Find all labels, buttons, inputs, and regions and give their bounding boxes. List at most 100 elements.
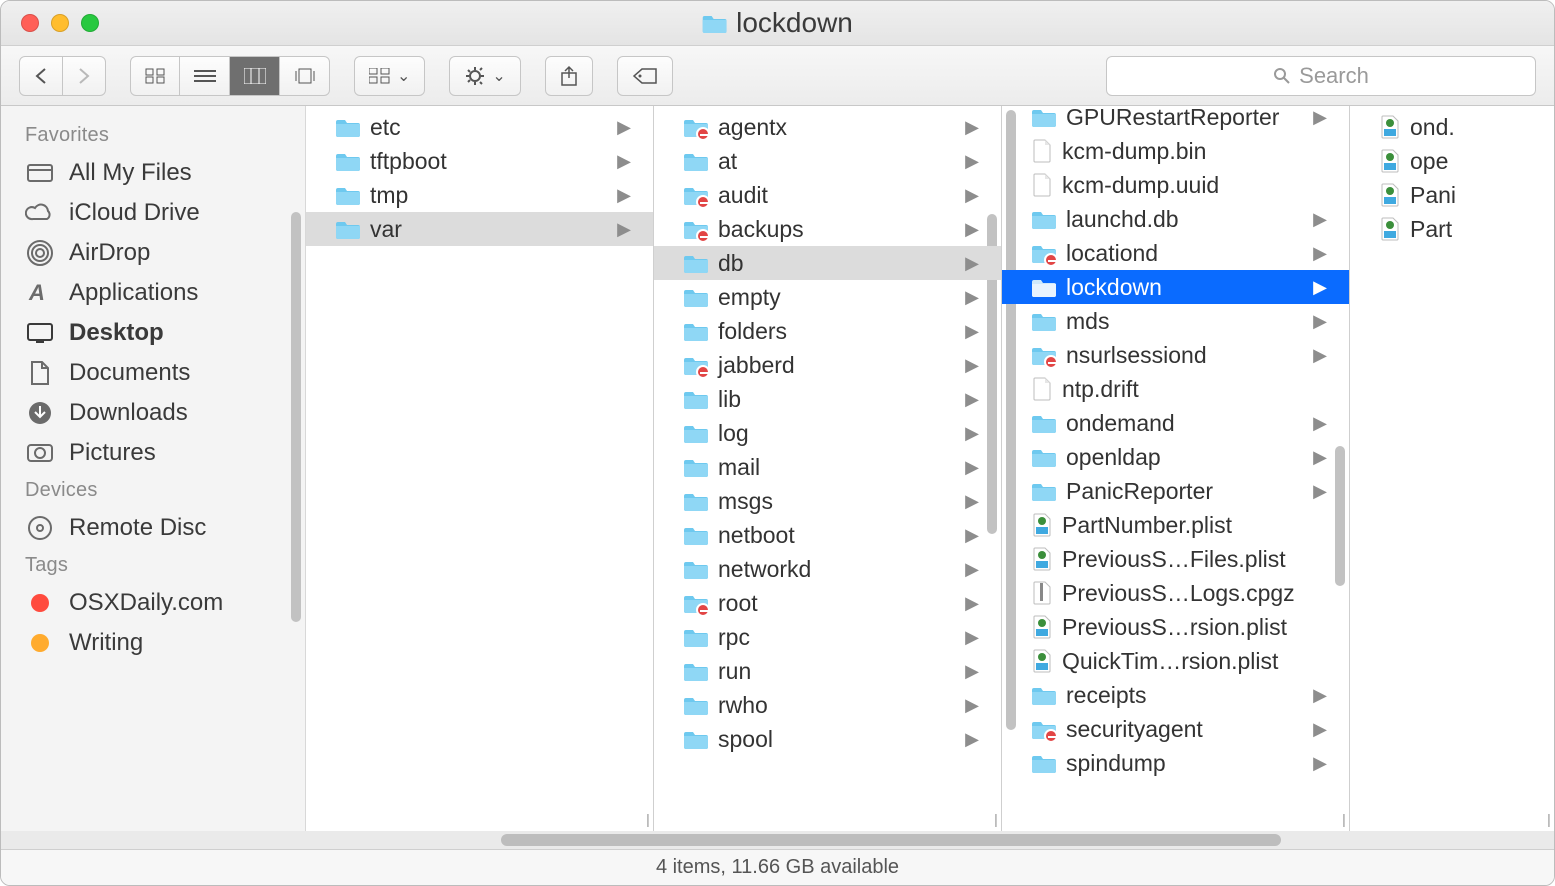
row-label: ope <box>1410 148 1448 175</box>
row-quicktim-rsion-plist[interactable]: QuickTim…rsion.plist <box>1002 644 1349 678</box>
row-openldap[interactable]: openldap▶ <box>1002 440 1349 474</box>
row-previouss-logs-cpgz[interactable]: PreviousS…Logs.cpgz <box>1002 576 1349 610</box>
horizontal-scrollbar[interactable] <box>1 831 1554 849</box>
view-coverflow-button[interactable] <box>280 56 330 96</box>
row-netboot[interactable]: netboot▶ <box>654 518 1001 552</box>
view-column-button[interactable] <box>230 56 280 96</box>
row-tftpboot[interactable]: tftpboot▶ <box>306 144 653 178</box>
row-launchd-db[interactable]: launchd.db▶ <box>1002 202 1349 236</box>
row-locationd[interactable]: locationd▶ <box>1002 236 1349 270</box>
row-gpurestartreporter[interactable]: GPURestartReporter▶ <box>1002 106 1349 134</box>
row-folders[interactable]: folders▶ <box>654 314 1001 348</box>
share-button[interactable] <box>545 56 593 96</box>
row-part[interactable]: Part <box>1350 212 1554 246</box>
titlebar[interactable]: lockdown <box>1 1 1554 46</box>
row-ope[interactable]: ope <box>1350 144 1554 178</box>
row-backups[interactable]: backups▶ <box>654 212 1001 246</box>
column-2[interactable]: GPURestartReporter▶kcm-dump.binkcm-dump.… <box>1002 106 1350 831</box>
chevron-right-icon: ▶ <box>965 627 979 648</box>
row-kcm-dump-uuid[interactable]: kcm-dump.uuid <box>1002 168 1349 202</box>
body: FavoritesAll My FilesiCloud DriveAirDrop… <box>1 106 1554 831</box>
folder-icon <box>684 627 708 647</box>
view-list-button[interactable] <box>180 56 230 96</box>
sidebar-item-remote-disc[interactable]: Remote Disc <box>1 508 305 548</box>
row-nsurlsessiond[interactable]: nsurlsessiond▶ <box>1002 338 1349 372</box>
column-3[interactable]: ond. ope PaniPart || <box>1350 106 1554 831</box>
folder-icon <box>1032 753 1056 773</box>
row-label: nsurlsessiond <box>1066 342 1207 369</box>
sidebar-item-downloads[interactable]: Downloads <box>1 393 305 433</box>
row-mds[interactable]: mds▶ <box>1002 304 1349 338</box>
column-1[interactable]: agentx▶at▶audit▶backups▶db▶empty▶folders… <box>654 106 1002 831</box>
sidebar-section-label: Tags <box>1 548 305 583</box>
row-msgs[interactable]: msgs▶ <box>654 484 1001 518</box>
sidebar-item-applications[interactable]: AApplications <box>1 273 305 313</box>
row-var[interactable]: var▶ <box>306 212 653 246</box>
sidebar-item-osxdaily-com[interactable]: OSXDaily.com <box>1 583 305 623</box>
row-db[interactable]: db▶ <box>654 246 1001 280</box>
folder-icon <box>684 287 708 307</box>
row-jabberd[interactable]: jabberd▶ <box>654 348 1001 382</box>
row-tmp[interactable]: tmp▶ <box>306 178 653 212</box>
plist-icon <box>1380 183 1400 207</box>
row-root[interactable]: root▶ <box>654 586 1001 620</box>
finder-window: lockdown ⌄ ⌄ Search FavoritesAll My File… <box>0 0 1555 886</box>
arrange-dropdown[interactable]: ⌄ <box>354 56 425 96</box>
desktop-icon <box>25 321 55 345</box>
row-spindump[interactable]: spindump▶ <box>1002 746 1349 780</box>
row-label: securityagent <box>1066 716 1203 743</box>
back-button[interactable] <box>19 56 63 96</box>
sidebar-item-all-my-files[interactable]: All My Files <box>1 153 305 193</box>
row-previouss-rsion-plist[interactable]: PreviousS…rsion.plist <box>1002 610 1349 644</box>
no-access-badge-icon <box>1044 729 1058 743</box>
row-rwho[interactable]: rwho▶ <box>654 688 1001 722</box>
chevron-right-icon: ▶ <box>965 321 979 342</box>
sidebar-item-documents[interactable]: Documents <box>1 353 305 393</box>
row-kcm-dump-bin[interactable]: kcm-dump.bin <box>1002 134 1349 168</box>
search-field[interactable]: Search <box>1106 56 1536 96</box>
column-0[interactable]: etc▶tftpboot▶tmp▶var▶ || <box>306 106 654 831</box>
row-networkd[interactable]: networkd▶ <box>654 552 1001 586</box>
minimize-window-button[interactable] <box>51 14 69 32</box>
row-ntp-drift[interactable]: ntp.drift <box>1002 372 1349 406</box>
row-partnumber-plist[interactable]: PartNumber.plist <box>1002 508 1349 542</box>
close-window-button[interactable] <box>21 14 39 32</box>
column-resize-handle[interactable]: || <box>1547 811 1548 827</box>
column-resize-handle[interactable]: || <box>1342 811 1343 827</box>
forward-button[interactable] <box>63 56 106 96</box>
row-panicreporter[interactable]: PanicReporter▶ <box>1002 474 1349 508</box>
row-spool[interactable]: spool▶ <box>654 722 1001 756</box>
scrollbar-thumb[interactable] <box>501 834 1281 846</box>
downloads-icon <box>25 401 55 425</box>
row-lockdown[interactable]: lockdown▶ <box>1002 270 1349 304</box>
sidebar-item-airdrop[interactable]: AirDrop <box>1 233 305 273</box>
row-etc[interactable]: etc▶ <box>306 110 653 144</box>
row-previouss-files-plist[interactable]: PreviousS…Files.plist <box>1002 542 1349 576</box>
row-mail[interactable]: mail▶ <box>654 450 1001 484</box>
column-resize-handle[interactable]: || <box>994 811 995 827</box>
folder-icon <box>684 457 708 477</box>
zoom-window-button[interactable] <box>81 14 99 32</box>
sidebar-item-desktop[interactable]: Desktop <box>1 313 305 353</box>
row-receipts[interactable]: receipts▶ <box>1002 678 1349 712</box>
row-log[interactable]: log▶ <box>654 416 1001 450</box>
row-securityagent[interactable]: securityagent▶ <box>1002 712 1349 746</box>
row-at[interactable]: at▶ <box>654 144 1001 178</box>
tags-button[interactable] <box>617 56 673 96</box>
action-dropdown[interactable]: ⌄ <box>449 56 520 96</box>
row-ond-[interactable]: ond. <box>1350 110 1554 144</box>
view-icon-button[interactable] <box>130 56 180 96</box>
sidebar-scrollbar[interactable] <box>291 212 301 622</box>
row-pani[interactable]: Pani <box>1350 178 1554 212</box>
row-rpc[interactable]: rpc▶ <box>654 620 1001 654</box>
sidebar-item-writing[interactable]: Writing <box>1 623 305 663</box>
column-resize-handle[interactable]: || <box>646 811 647 827</box>
row-ondemand[interactable]: ondemand▶ <box>1002 406 1349 440</box>
row-agentx[interactable]: agentx▶ <box>654 110 1001 144</box>
row-lib[interactable]: lib▶ <box>654 382 1001 416</box>
row-audit[interactable]: audit▶ <box>654 178 1001 212</box>
row-empty[interactable]: empty▶ <box>654 280 1001 314</box>
row-run[interactable]: run▶ <box>654 654 1001 688</box>
sidebar-item-pictures[interactable]: Pictures <box>1 433 305 473</box>
sidebar-item-icloud-drive[interactable]: iCloud Drive <box>1 193 305 233</box>
